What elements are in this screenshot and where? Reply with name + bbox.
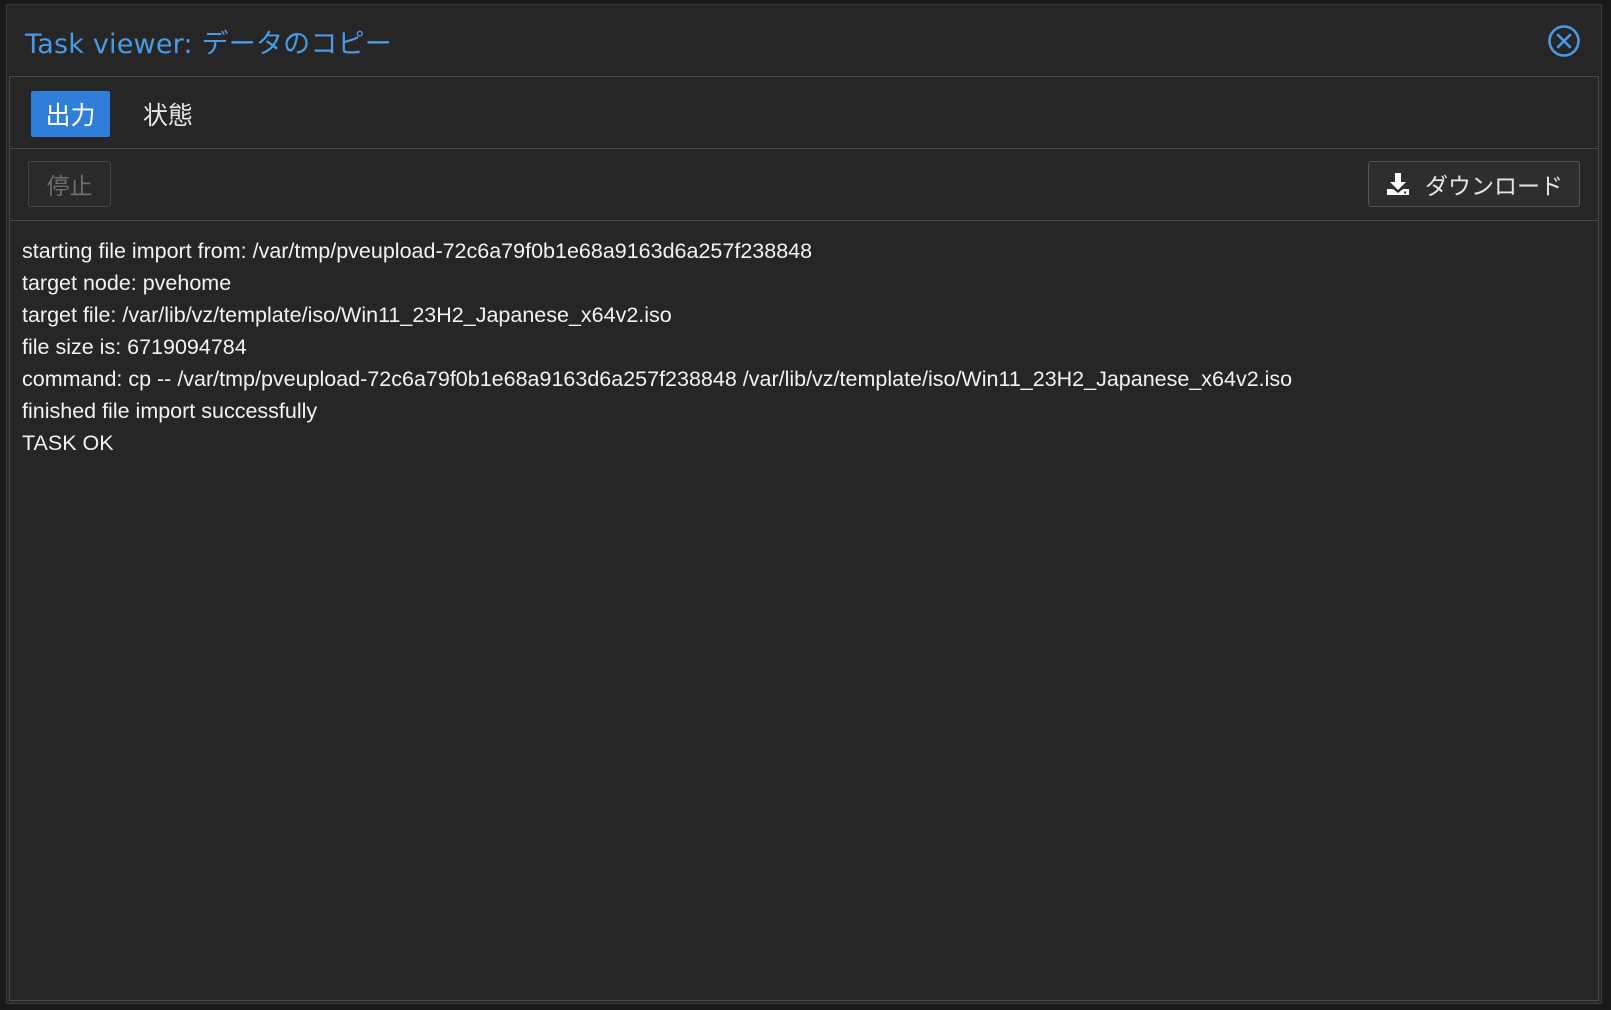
task-viewer-body: 出力 状態 停止 ダウンロード starting file import fro…	[9, 76, 1599, 1001]
tab-status[interactable]: 状態	[130, 91, 206, 137]
log-line: file size is: 6719094784	[22, 335, 247, 359]
stop-button[interactable]: 停止	[28, 161, 111, 207]
close-button[interactable]	[1547, 24, 1581, 58]
tab-bar: 出力 状態	[10, 77, 1598, 149]
download-button-label: ダウンロード	[1425, 174, 1563, 200]
log-line: command: cp -- /var/tmp/pveupload-72c6a7…	[22, 367, 1293, 391]
log-line: target file: /var/lib/vz/template/iso/Wi…	[22, 303, 672, 327]
log-line: target node: pvehome	[22, 271, 232, 295]
log-line: finished file import successfully	[22, 399, 318, 423]
window-titlebar: Task viewer: データのコピー	[7, 5, 1601, 77]
task-viewer-window: Task viewer: データのコピー 出力 状態 停止 ダウンロード sta…	[6, 4, 1602, 1004]
toolbar: 停止 ダウンロード	[10, 149, 1598, 221]
window-title: Task viewer: データのコピー	[25, 29, 392, 60]
log-line: starting file import from: /var/tmp/pveu…	[22, 239, 813, 263]
task-output-log: starting file import from: /var/tmp/pveu…	[22, 235, 1586, 990]
download-button[interactable]: ダウンロード	[1368, 161, 1580, 207]
download-icon	[1387, 173, 1409, 195]
log-line: TASK OK	[22, 431, 114, 455]
close-icon	[1548, 25, 1580, 57]
tab-output[interactable]: 出力	[31, 91, 110, 137]
